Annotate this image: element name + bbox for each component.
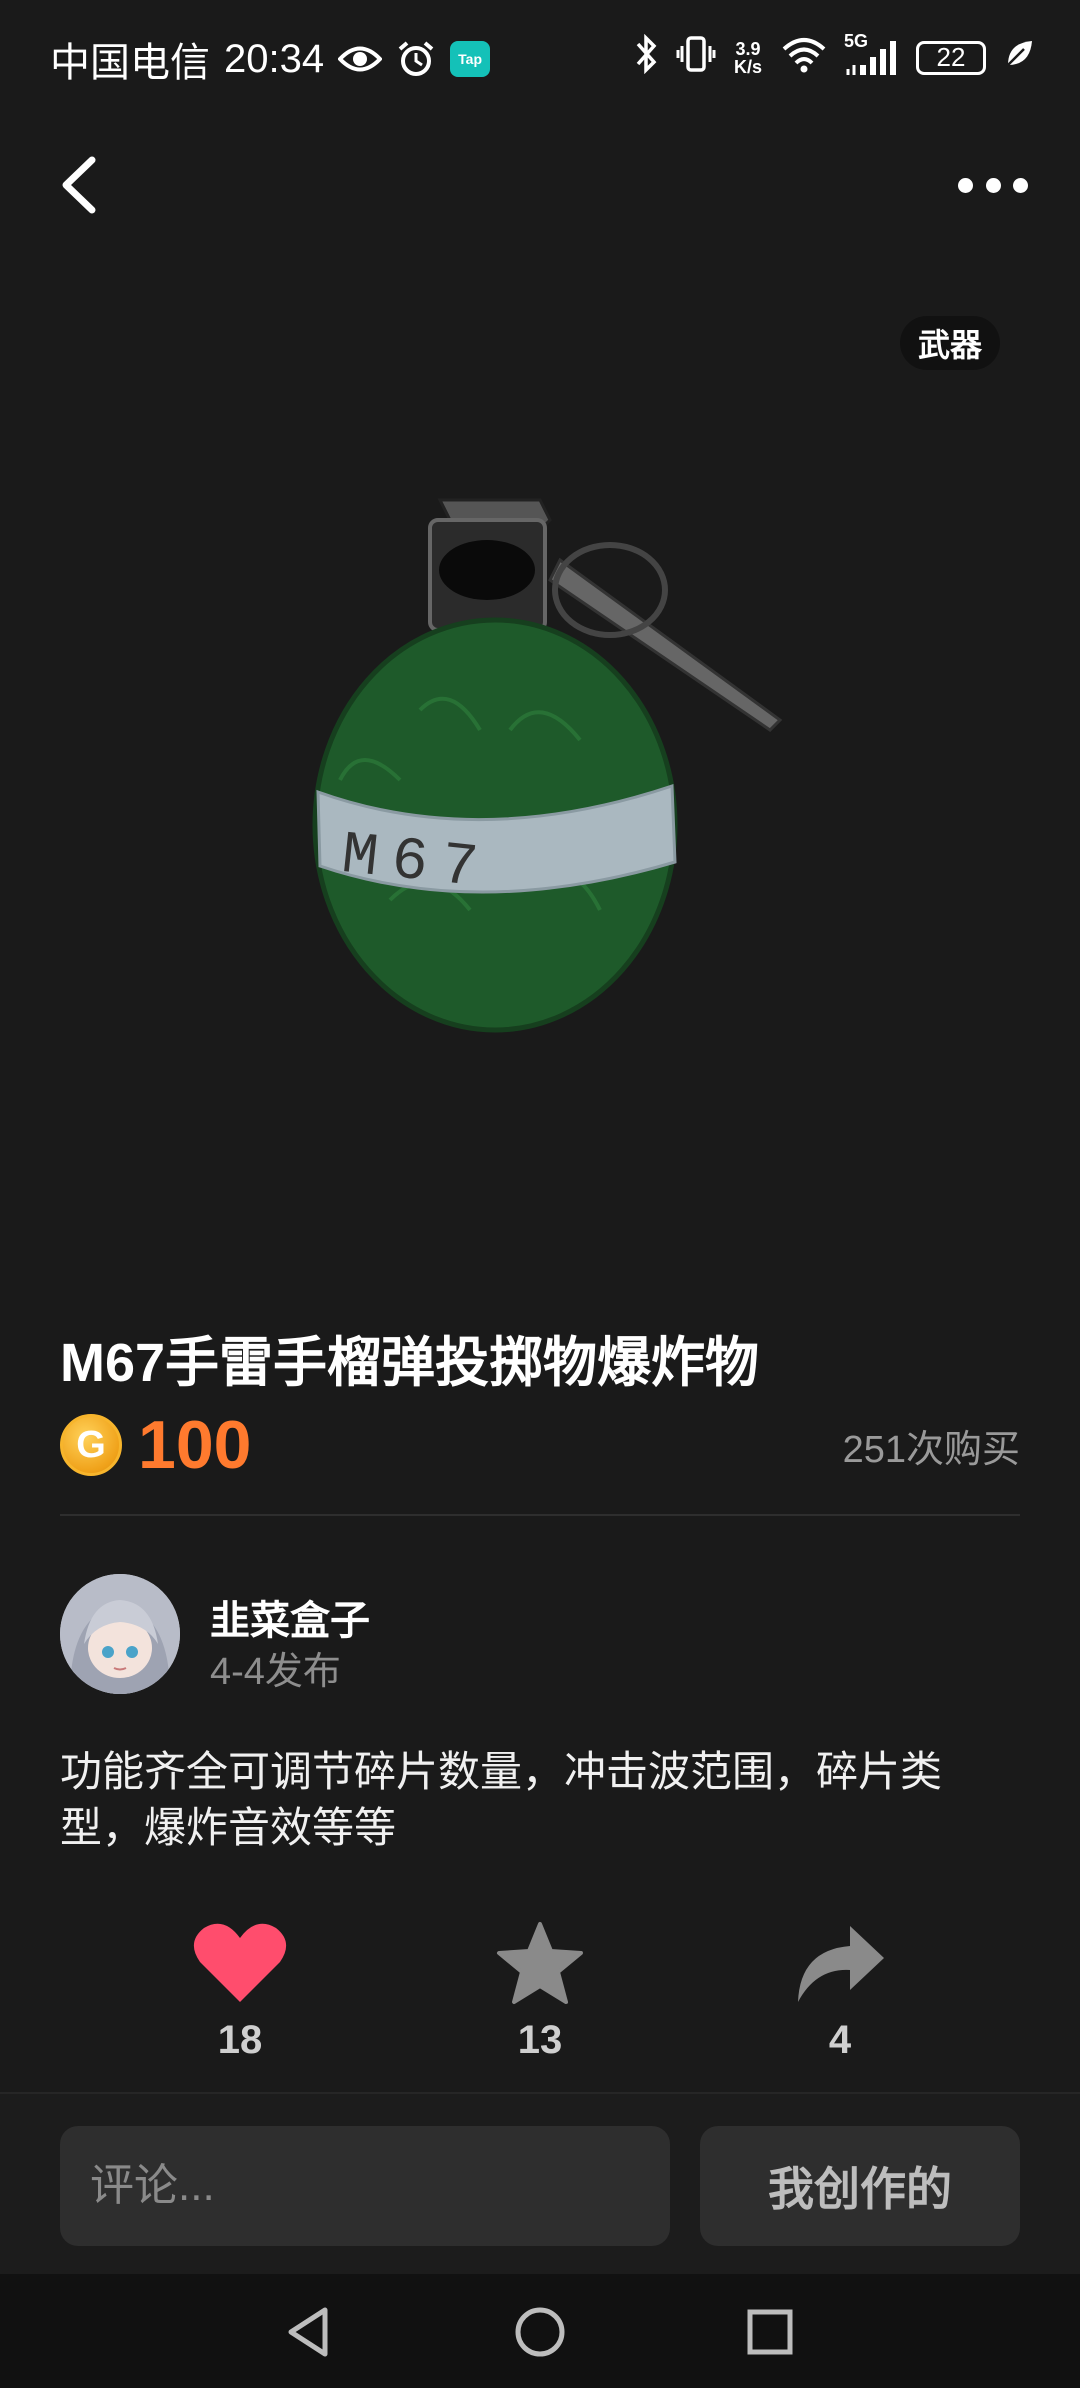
purchase-count: 251次购买	[842, 1428, 1020, 1471]
share-button[interactable]: 4	[770, 1920, 910, 2063]
square-recents-icon	[747, 2309, 793, 2355]
avatar[interactable]	[60, 1574, 180, 1694]
share-arrow-icon	[798, 1926, 884, 2002]
nav-recents-button[interactable]	[740, 2302, 800, 2362]
tap-app-icon: Tap	[450, 41, 491, 77]
clock: 20:34	[224, 36, 325, 81]
publish-date: 4-4发布	[210, 1651, 341, 1693]
leaf-icon	[1004, 39, 1034, 76]
net-speed-value: 3.9	[735, 38, 761, 59]
favorite-count: 13	[517, 2018, 563, 2062]
item-title: M67手雷手榴弹投掷物爆炸物	[60, 1333, 760, 1393]
divider	[60, 1514, 1020, 1516]
more-dot	[1013, 177, 1028, 193]
favorite-button[interactable]: 13	[470, 1920, 610, 2063]
alarm-icon	[396, 39, 436, 79]
chevron-left-icon	[62, 156, 96, 214]
grenade-illustration: M67	[312, 498, 783, 1033]
triangle-back-icon	[288, 2307, 328, 2357]
system-nav-bar	[0, 2274, 1080, 2388]
heart-icon	[193, 1923, 287, 2002]
vibrate-icon	[676, 34, 716, 81]
top-nav	[0, 130, 1080, 240]
status-right: 3.9 K/s 5G 22	[634, 31, 1034, 81]
signal-icon: 5G	[844, 31, 898, 77]
network-type: 5G	[844, 30, 869, 51]
more-button[interactable]	[958, 170, 1028, 200]
circle-home-icon	[515, 2307, 565, 2357]
bluetooth-icon	[634, 33, 658, 81]
actions-row: 18 13 4	[0, 1920, 1080, 2080]
back-button[interactable]	[52, 150, 112, 220]
author-row[interactable]: 韭菜盒子 4-4发布	[60, 1574, 1020, 1696]
more-dots-icon	[958, 177, 973, 193]
battery-icon: 22	[916, 40, 986, 75]
coin-icon: G	[60, 1414, 122, 1476]
status-left: 中国电信 20:34 Tap	[50, 30, 491, 88]
item-description: 功能齐全可调节碎片数量，冲击波范围，碎片类型，爆炸音效等等	[60, 1748, 943, 1851]
price-row: G 100 251次购买	[60, 1405, 1020, 1485]
like-count: 18	[217, 2018, 263, 2062]
author-name[interactable]: 韭菜盒子	[210, 1588, 370, 1646]
net-speed-unit: K/s	[733, 56, 762, 77]
star-icon	[497, 1922, 583, 2004]
carrier-label: 中国电信	[50, 41, 210, 85]
nav-back-button[interactable]	[278, 2302, 338, 2362]
share-count: 4	[828, 2018, 852, 2062]
status-bar: 中国电信 20:34 Tap 3.9 K/s 5G 22	[0, 0, 1080, 110]
more-dot	[985, 177, 1001, 193]
item-preview-image: M67	[280, 480, 800, 1060]
bottom-bar: 我创作的	[0, 2092, 1080, 2274]
my-creations-button[interactable]: 我创作的	[700, 2126, 1020, 2246]
eye-icon	[338, 44, 383, 74]
wifi-icon	[780, 35, 828, 80]
category-tag[interactable]: 武器	[899, 316, 1000, 370]
net-speed: 3.9 K/s	[734, 40, 762, 76]
like-button[interactable]: 18	[170, 1920, 310, 2063]
comment-input[interactable]	[60, 2126, 670, 2246]
nav-home-button[interactable]	[510, 2302, 570, 2362]
item-price: 100	[138, 1407, 252, 1483]
